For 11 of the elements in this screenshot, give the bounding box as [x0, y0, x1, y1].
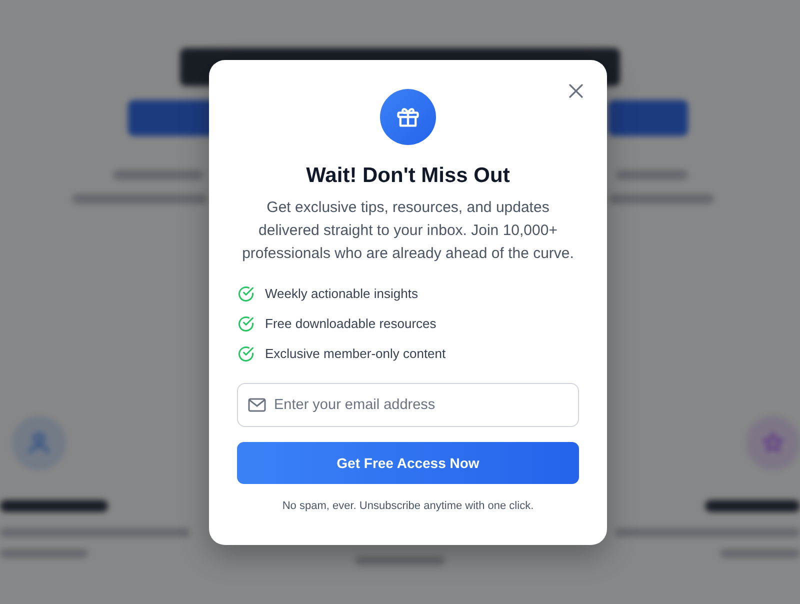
mail-icon [248, 398, 266, 412]
benefit-text: Free downloadable resources [265, 315, 436, 333]
modal-description: Get exclusive tips, resources, and updates delivered straight to your inbox. Join 10,000+ professionals who are already ahead of the curve. [241, 198, 575, 264]
benefit-text: Exclusive member-only content [265, 345, 446, 363]
email-field[interactable]: Enter your email address [237, 383, 579, 427]
modal-title: Wait! Don't Miss Out [306, 163, 510, 189]
disclaimer-text: No spam, ever. Unsubscribe anytime with one click. [282, 500, 534, 512]
close-icon[interactable] [569, 84, 583, 98]
submit-button[interactable]: Get Free Access Now [237, 442, 579, 484]
blurred-text [616, 170, 688, 180]
benefit-text: Weekly actionable insights [265, 285, 418, 303]
